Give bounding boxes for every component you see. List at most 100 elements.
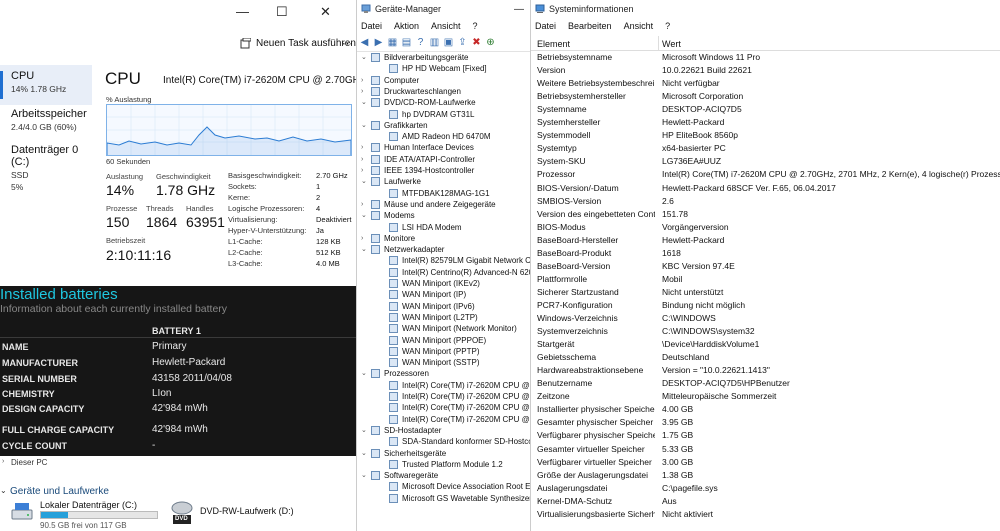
tree-device[interactable]: WAN Miniport (PPPOE): [357, 335, 530, 346]
table-row[interactable]: Betriebsystemhersteller Microsoft Corpora…: [531, 90, 1000, 103]
tree-device[interactable]: SDA-Standard konformer SD-Hostcontro: [357, 436, 530, 447]
tree-category[interactable]: ⌄ Sicherheitsgeräte: [357, 448, 530, 459]
more-options-icon[interactable]: ⋯: [342, 37, 353, 50]
minimize-icon[interactable]: —: [236, 4, 249, 19]
tree-category[interactable]: ⌄ SD-Hostadapter: [357, 425, 530, 436]
table-row[interactable]: Systemmodell HP EliteBook 8560p: [531, 129, 1000, 142]
remove-device-icon[interactable]: ✖: [471, 37, 482, 48]
drive-c-name[interactable]: Lokaler Datenträger (C:): [40, 500, 137, 510]
table-row[interactable]: Kernel-DMA-Schutz Aus: [531, 495, 1000, 508]
table-row[interactable]: Plattformrolle Mobil: [531, 273, 1000, 286]
menu-view[interactable]: Ansicht: [431, 21, 461, 31]
table-row[interactable]: Version 10.0.22621 Build 22621: [531, 64, 1000, 77]
chevron-right-icon[interactable]: ›: [361, 75, 363, 86]
sidebar-item-cpu[interactable]: CPU 14% 1.78 GHz: [0, 65, 92, 105]
tree-device[interactable]: WAN Miniport (SSTP): [357, 357, 530, 368]
table-row[interactable]: Systemname DESKTOP-ACIQ7D5: [531, 103, 1000, 116]
tree-category[interactable]: ⌄ Netzwerkadapter: [357, 244, 530, 255]
close-icon[interactable]: ✕: [320, 4, 331, 20]
tree-category[interactable]: › Human Interface Devices: [357, 142, 530, 153]
menu-action[interactable]: Aktion: [394, 21, 419, 31]
scan-hardware-icon[interactable]: ▣: [443, 37, 454, 48]
tree-category[interactable]: › IDE ATA/ATAPI-Controller: [357, 154, 530, 165]
tree-device[interactable]: Intel(R) Core(TM) i7-2620M CPU @ 2.70G: [357, 414, 530, 425]
tree-category[interactable]: › Druckwarteschlangen: [357, 86, 530, 97]
table-row[interactable]: Startgerät \Device\HarddiskVolume1: [531, 338, 1000, 351]
table-row[interactable]: Virtualisierungsbasierte Sicherh... Nicht…: [531, 508, 1000, 521]
tree-device[interactable]: WAN Miniport (IKEv2): [357, 278, 530, 289]
tree-device[interactable]: Microsoft Device Association Root Enum: [357, 481, 530, 492]
menu-file[interactable]: Datei: [535, 21, 556, 31]
table-row[interactable]: BaseBoard-Produkt 1618: [531, 247, 1000, 260]
table-row[interactable]: BaseBoard-Hersteller Hewlett-Packard: [531, 234, 1000, 247]
column-header-value[interactable]: Wert: [662, 39, 681, 49]
tree-device[interactable]: Microsoft GS Wavetable Synthesizer: [357, 493, 530, 504]
chevron-right-icon[interactable]: ›: [361, 199, 363, 210]
table-row[interactable]: SMBIOS-Version 2.6: [531, 195, 1000, 208]
table-row[interactable]: Benutzername DESKTOP-ACIQ7D5\HPBenutzer: [531, 377, 1000, 390]
table-row[interactable]: Systemverzeichnis C:\WINDOWS\system32: [531, 325, 1000, 338]
tree-device[interactable]: WAN Miniport (IPv6): [357, 301, 530, 312]
tree-device[interactable]: LSI HDA Modem: [357, 222, 530, 233]
tree-category[interactable]: ⌄ Bildverarbeitungsgeräte: [357, 52, 530, 63]
table-row[interactable]: Zeitzone Mitteleuropäische Sommerzeit: [531, 390, 1000, 403]
chevron-down-icon[interactable]: ⌄: [361, 244, 367, 255]
table-row[interactable]: Hardwareabstraktionsebene Version = "10.0…: [531, 364, 1000, 377]
menu-file[interactable]: Datei: [361, 21, 382, 31]
minimize-icon[interactable]: —: [514, 4, 524, 15]
tree-category[interactable]: ⌄ DVD/CD-ROM-Laufwerke: [357, 97, 530, 108]
tree-category[interactable]: ⌄ Prozessoren: [357, 368, 530, 379]
table-row[interactable]: Installierter physischer Speicher... 4.00…: [531, 403, 1000, 416]
this-pc-label[interactable]: Dieser PC: [11, 458, 47, 467]
tree-category[interactable]: ⌄ Softwaregeräte: [357, 470, 530, 481]
chevron-down-icon[interactable]: ⌄: [361, 448, 367, 459]
menu-help[interactable]: ?: [473, 21, 478, 31]
devices-group-header[interactable]: Geräte und Laufwerke: [10, 486, 109, 497]
maximize-icon[interactable]: ☐: [276, 4, 288, 20]
dvd-drive-icon[interactable]: DVD: [170, 500, 194, 524]
tree-device[interactable]: AMD Radeon HD 6470M: [357, 131, 530, 142]
column-header-element[interactable]: Element: [537, 39, 570, 49]
tree-category[interactable]: › Mäuse und andere Zeigegeräte: [357, 199, 530, 210]
table-row[interactable]: Version des eingebetteten Cont... 151.78: [531, 208, 1000, 221]
new-task-button[interactable]: Neuen Task ausführen: [240, 38, 356, 49]
chevron-down-icon[interactable]: ⌄: [0, 486, 7, 495]
grid-icon[interactable]: ▥: [429, 37, 440, 48]
hard-drive-icon[interactable]: [10, 500, 34, 524]
update-driver-icon[interactable]: ⇪: [457, 37, 468, 48]
menu-view[interactable]: Ansicht: [624, 21, 654, 31]
drive-d-name[interactable]: DVD-RW-Laufwerk (D:): [200, 506, 294, 516]
column-divider[interactable]: [658, 36, 659, 51]
tree-device[interactable]: Intel(R) Core(TM) i7-2620M CPU @ 2.70G: [357, 402, 530, 413]
chevron-down-icon[interactable]: ⌄: [361, 52, 367, 63]
table-row[interactable]: Auslagerungsdatei C:\pagefile.sys: [531, 482, 1000, 495]
tree-device[interactable]: Intel(R) Core(TM) i7-2620M CPU @ 2.70G: [357, 391, 530, 402]
table-row[interactable]: Prozessor Intel(R) Core(TM) i7-2620M CPU …: [531, 168, 1000, 181]
table-row[interactable]: System-SKU LG736EA#UUZ: [531, 155, 1000, 168]
tree-device[interactable]: hp DVDRAM GT31L: [357, 109, 530, 120]
table-row[interactable]: Verfügbarer physischer Speicher 1.75 GB: [531, 429, 1000, 442]
table-row[interactable]: Gesamter physischer Speicher 3.95 GB: [531, 416, 1000, 429]
table-row[interactable]: PCR7-Konfiguration Bindung nicht möglich: [531, 299, 1000, 312]
chevron-down-icon[interactable]: ⌄: [361, 210, 367, 221]
tree-category[interactable]: ⌄ Grafikkarten: [357, 120, 530, 131]
chevron-down-icon[interactable]: ⌄: [361, 120, 367, 131]
sidebar-item-memory[interactable]: Arbeitsspeicher 2.4/4.0 GB (60%): [0, 106, 92, 140]
table-row[interactable]: Weitere Betriebsystembeschrei... Nicht ve…: [531, 77, 1000, 90]
tree-device[interactable]: WAN Miniport (Network Monitor): [357, 323, 530, 334]
table-row[interactable]: Sicherer Startzustand Nicht unterstützt: [531, 286, 1000, 299]
menu-edit[interactable]: Bearbeiten: [568, 21, 612, 31]
tree-device[interactable]: WAN Miniport (L2TP): [357, 312, 530, 323]
tree-device[interactable]: Intel(R) Centrino(R) Advanced-N 6205: [357, 267, 530, 278]
chevron-down-icon[interactable]: ⌄: [361, 97, 367, 108]
chevron-down-icon[interactable]: ⌄: [361, 425, 367, 436]
menu-help[interactable]: ?: [665, 21, 670, 31]
back-arrow-icon[interactable]: ◀: [359, 37, 370, 48]
table-row[interactable]: Verfügbarer virtueller Speicher 3.00 GB: [531, 456, 1000, 469]
tree-category[interactable]: ⌄ Laufwerke: [357, 176, 530, 187]
properties-icon[interactable]: ▦: [387, 37, 398, 48]
chevron-right-icon[interactable]: ›: [2, 458, 4, 465]
tree-device[interactable]: Trusted Platform Module 1.2: [357, 459, 530, 470]
tree-device[interactable]: Intel(R) Core(TM) i7-2620M CPU @ 2.70G: [357, 380, 530, 391]
table-row[interactable]: Systemhersteller Hewlett-Packard: [531, 116, 1000, 129]
